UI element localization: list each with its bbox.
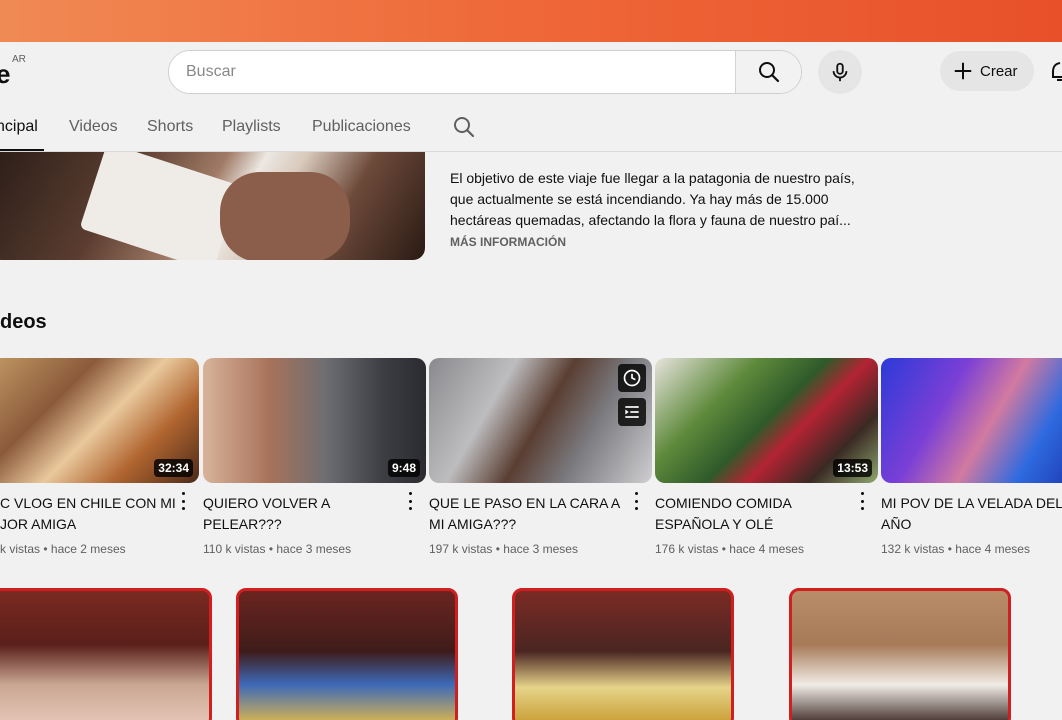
view-count: 110 k vistas: [203, 542, 266, 556]
video-thumbnail[interactable]: [881, 358, 1062, 483]
video-duration: 9:48: [387, 459, 420, 477]
tab-shorts[interactable]: Shorts: [147, 118, 193, 136]
active-tab-indicator: [0, 149, 44, 151]
search-icon: [454, 117, 475, 138]
view-count: 176 k vistas: [655, 542, 719, 556]
search-button[interactable]: [735, 51, 801, 93]
video-thumbnail[interactable]: 9:48: [203, 358, 426, 483]
view-count: 197 k vistas: [429, 542, 493, 556]
video-thumbnail[interactable]: [789, 588, 1011, 720]
tab-publicaciones[interactable]: Publicaciones: [312, 118, 411, 136]
search-bar: [168, 50, 802, 94]
video-title[interactable]: MI POV DE LA VELADA DEL AÑO: [881, 493, 1062, 535]
mic-icon: [832, 62, 848, 82]
upload-age: hace 4 meses: [729, 542, 804, 556]
add-to-queue-button[interactable]: [618, 398, 646, 426]
video-title[interactable]: COMIENDO COMIDA ESPAÑOLA Y OLÉ: [655, 493, 851, 535]
video-title[interactable]: QUE LE PASO EN LA CARA A MI AMIGA???: [429, 493, 625, 535]
clock-icon: [623, 369, 641, 387]
video-thumbnail[interactable]: 13:53: [655, 358, 878, 483]
video-card[interactable]: 9:48 QUIERO VOLVER A PELEAR??? 110 k vis…: [203, 358, 426, 556]
tab-videos[interactable]: Videos: [69, 118, 118, 136]
more-actions-button[interactable]: [628, 492, 644, 510]
voice-search-button[interactable]: [818, 50, 862, 94]
tab-principal[interactable]: ncipal: [0, 118, 38, 136]
more-actions-button[interactable]: [854, 492, 870, 510]
video-title[interactable]: QUIERO VOLVER A PELEAR???: [203, 493, 399, 535]
create-button[interactable]: Crear: [940, 51, 1034, 91]
search-input[interactable]: [169, 51, 735, 93]
video-card[interactable]: MI POV DE LA VELADA DEL AÑO 132 k vistas…: [881, 358, 1062, 556]
video-title[interactable]: C VLOG EN CHILE CON MI JOR AMIGA: [0, 493, 196, 535]
video-card[interactable]: 32:34 C VLOG EN CHILE CON MI JOR AMIGA k…: [0, 358, 199, 556]
meta-separator: •: [495, 542, 500, 556]
channel-tabs: ncipal Videos Shorts Playlists Publicaci…: [0, 104, 1062, 152]
thumbnail-image: [79, 152, 241, 260]
video-thumbnail[interactable]: [429, 358, 652, 483]
thumbnail-image: [220, 172, 350, 260]
upload-age: hace 3 meses: [503, 542, 578, 556]
video-thumbnail[interactable]: 32:34: [0, 358, 199, 483]
meta-separator: •: [43, 542, 48, 556]
video-duration: 32:34: [154, 459, 193, 477]
top-banner-strip: [0, 0, 1062, 42]
featured-video-description: El objetivo de este viaje fue llegar a l…: [450, 170, 855, 228]
video-metadata: 176 k vistas • hace 4 meses: [655, 542, 878, 556]
video-card[interactable]: 13:53 COMIENDO COMIDA ESPAÑOLA Y OLÉ 176…: [655, 358, 878, 556]
more-actions-button[interactable]: [175, 492, 191, 510]
upload-age: hace 4 meses: [955, 542, 1030, 556]
view-count: 132 k vistas: [881, 542, 945, 556]
video-thumbnail[interactable]: [0, 588, 212, 720]
meta-separator: •: [721, 542, 726, 556]
section-title-videos[interactable]: deos: [0, 311, 47, 334]
meta-separator: •: [947, 542, 952, 556]
view-count: k vistas: [0, 542, 41, 556]
queue-icon: [625, 406, 639, 418]
youtube-logo[interactable]: e: [0, 59, 11, 90]
video-metadata: 110 k vistas • hace 3 meses: [203, 542, 426, 556]
watch-later-button[interactable]: [618, 364, 646, 392]
notifications-button[interactable]: [1050, 60, 1062, 89]
featured-video-thumbnail[interactable]: [0, 152, 425, 260]
video-metadata: k vistas • hace 2 meses: [0, 542, 199, 556]
channel-search-button[interactable]: [452, 115, 476, 144]
upload-age: hace 2 meses: [50, 542, 126, 556]
masthead: e AR Crear: [0, 42, 1062, 104]
video-duration: 13:53: [833, 459, 872, 477]
video-metadata: 197 k vistas • hace 3 meses: [429, 542, 652, 556]
plus-icon: [954, 62, 972, 80]
more-info-link[interactable]: MÁS INFORMACIÓN: [450, 235, 566, 249]
video-metadata: 132 k vistas • hace 4 meses: [881, 542, 1062, 556]
more-actions-button[interactable]: [402, 492, 418, 510]
search-icon: [758, 62, 779, 83]
upload-age: hace 3 meses: [276, 542, 352, 556]
video-card[interactable]: QUE LE PASO EN LA CARA A MI AMIGA??? 197…: [429, 358, 652, 556]
create-button-label: Crear: [980, 62, 1018, 80]
tab-playlists[interactable]: Playlists: [222, 118, 281, 136]
video-thumbnail[interactable]: [512, 588, 734, 720]
video-thumbnail[interactable]: [236, 588, 458, 720]
meta-separator: •: [268, 542, 274, 556]
bell-icon: [1052, 62, 1062, 81]
logo-country-code: AR: [12, 54, 26, 65]
